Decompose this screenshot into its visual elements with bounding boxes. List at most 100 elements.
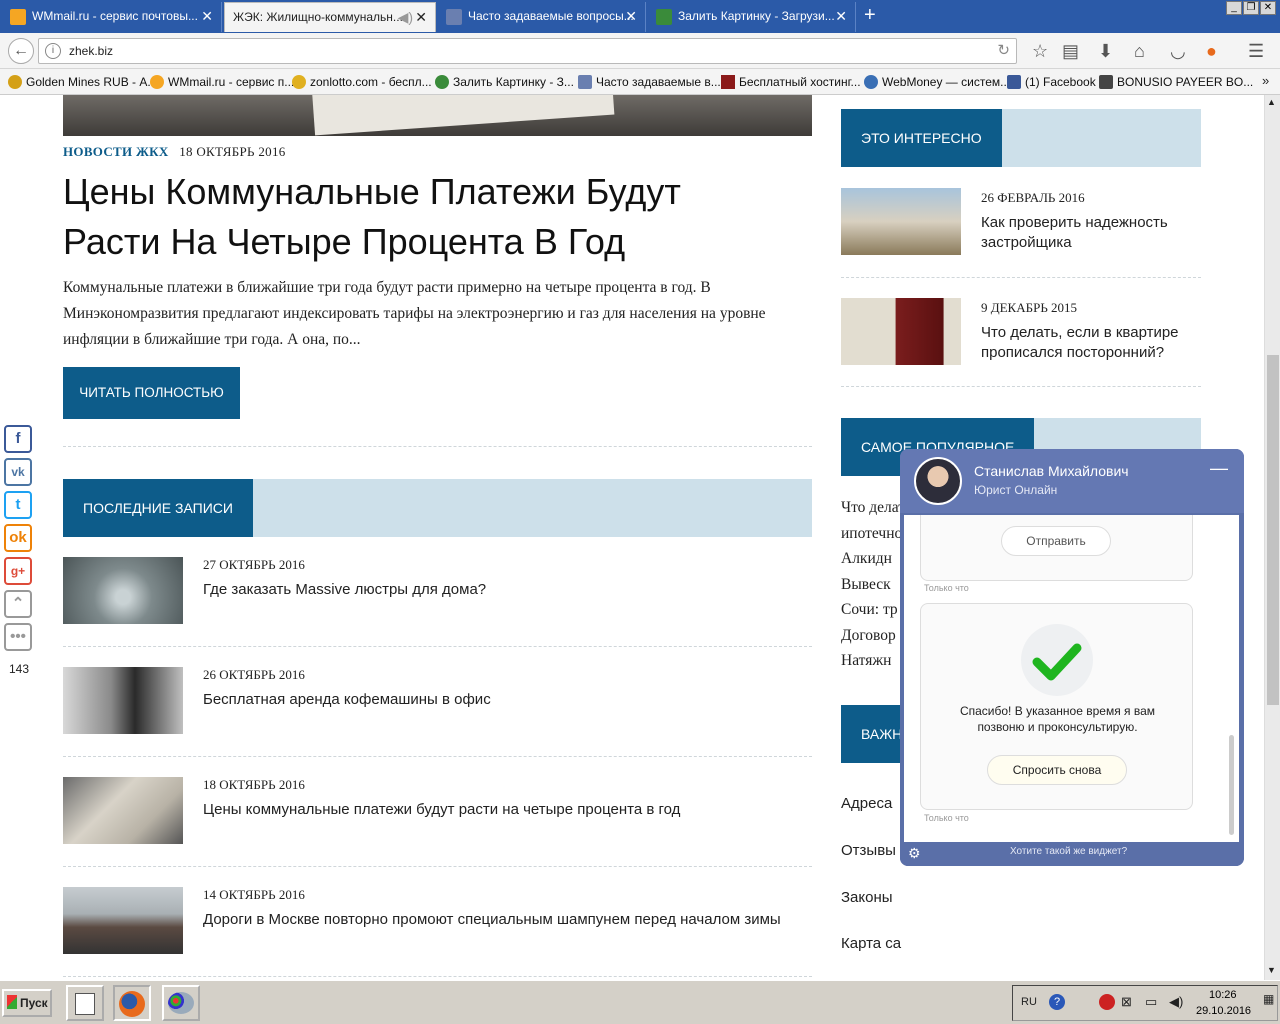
divider (841, 386, 1201, 387)
send-button[interactable]: Отправить (1001, 526, 1111, 556)
widget-promo-link[interactable]: Хотите такой же виджет? (1010, 846, 1127, 857)
recent-posts-header: ПОСЛЕДНИЕ ЗАПИСИ (63, 479, 812, 537)
tab-zhek[interactable]: ЖЭК: Жилищно-коммунальн... ◀) ✕ (224, 2, 436, 32)
volume-icon[interactable]: ◀) (1169, 994, 1183, 1010)
sidebar-link[interactable]: Карта са (841, 935, 901, 952)
browser-tab-bar: WMmail.ru - сервис почтовы... ✕ ЖЭК: Жил… (0, 0, 1280, 33)
post-thumbnail[interactable] (63, 557, 183, 624)
menu-icon[interactable]: ☰ (1248, 33, 1264, 69)
minimize-icon[interactable]: — (1210, 459, 1228, 477)
bookmark-star-icon[interactable]: ☆ (1032, 33, 1048, 69)
speaker-icon[interactable]: ◀) (398, 3, 413, 31)
tab-faq[interactable]: Часто задаваемые вопросы... ✕ (438, 2, 646, 32)
post-title[interactable]: Бесплатная аренда кофемашины в офис (203, 691, 491, 708)
clock-time[interactable]: 10:26 (1209, 989, 1237, 1001)
show-desktop-icon[interactable]: ▦ (1263, 992, 1274, 1006)
bookmark-item[interactable]: Часто задаваемые в... (576, 69, 721, 95)
bookmark-item[interactable]: Golden Mines RUB - А... (6, 69, 157, 95)
close-tab-icon[interactable]: ✕ (415, 3, 427, 31)
post-title[interactable]: Что делать, если в квартире прописался п… (981, 323, 1196, 363)
list-item[interactable]: 26 ОКТЯБРЬ 2016 Бесплатная аренда кофема… (63, 667, 812, 777)
list-item[interactable]: 14 ОКТЯБРЬ 2016 Дороги в Москве повторно… (63, 887, 812, 980)
firefox-icon[interactable] (113, 985, 151, 1021)
ask-again-button[interactable]: Спросить снова (987, 755, 1127, 785)
chat-scrollbar[interactable] (1229, 735, 1234, 835)
list-item[interactable]: 27 ОКТЯБРЬ 2016 Где заказать Massive люс… (63, 557, 812, 667)
page-scrollbar[interactable]: ▲ ▼ (1264, 95, 1280, 980)
bookmark-item[interactable]: WebMoney — систем... (862, 69, 1010, 95)
post-thumbnail[interactable] (841, 298, 961, 365)
bookmark-item[interactable]: zonlotto.com - беспл... (290, 69, 432, 95)
post-title[interactable]: Как проверить надежность застройщика (981, 213, 1196, 253)
read-more-button[interactable]: ЧИТАТЬ ПОЛНОСТЬЮ (63, 367, 240, 419)
list-item[interactable]: 18 ОКТЯБРЬ 2016 Цены коммунальные платеж… (63, 777, 812, 887)
back-arrow-icon[interactable]: ← (8, 38, 34, 64)
article-title[interactable]: Цены Коммунальные Платежи Будут Расти На… (63, 167, 783, 267)
tab-wmmail[interactable]: WMmail.ru - сервис почтовы... ✕ (2, 2, 222, 32)
pocket-icon[interactable]: ◡ (1170, 33, 1186, 69)
sidebar-link[interactable]: Законы (841, 889, 893, 906)
list-item[interactable]: 26 ФЕВРАЛЬ 2016 Как проверить надежность… (841, 188, 1201, 298)
device-icon[interactable]: ▭ (1145, 994, 1157, 1010)
post-thumbnail[interactable] (63, 887, 183, 954)
post-title[interactable]: Где заказать Massive люстры для дома? (203, 581, 486, 598)
scroll-up-icon[interactable]: ▲ (1267, 97, 1276, 107)
language-indicator[interactable]: RU (1021, 996, 1037, 1008)
tab-zalit[interactable]: Залить Картинку - Загрузи... ✕ (648, 2, 856, 32)
start-button[interactable]: Пуск (2, 989, 52, 1017)
home-icon[interactable]: ⌂ (1134, 33, 1145, 69)
network-icon[interactable]: ⊠ (1121, 994, 1132, 1010)
facebook-share-icon[interactable]: f (4, 425, 32, 453)
new-tab-button[interactable]: + (864, 4, 876, 27)
odnoklassniki-share-icon[interactable]: ok (4, 524, 32, 552)
chat-agent-role: Юрист Онлайн (974, 483, 1058, 497)
close-window-button[interactable]: ✕ (1260, 1, 1276, 15)
navigation-bar: ← i zhek.biz ↻ ☆ ▤ ⬇ ⌂ ◡ ● ☰ (0, 33, 1280, 69)
twitter-share-icon[interactable]: t (4, 491, 32, 519)
bookmark-item[interactable]: WMmail.ru - сервис п... (148, 69, 294, 95)
reload-icon[interactable]: ↻ (997, 41, 1010, 59)
scroll-top-icon[interactable]: ⌃ (4, 590, 32, 618)
bookmark-item[interactable]: (1) Facebook (1005, 69, 1096, 95)
post-title[interactable]: Цены коммунальные платежи будут расти на… (203, 801, 680, 818)
sidebar-link[interactable]: Отзывы (841, 842, 896, 859)
url-bar[interactable]: i zhek.biz ↻ (38, 38, 1017, 64)
list-item[interactable]: 9 ДЕКАБРЬ 2015 Что делать, если в кварти… (841, 298, 1201, 408)
message-time: Только что (924, 813, 969, 823)
maximize-button[interactable]: ❐ (1243, 1, 1259, 15)
post-thumbnail[interactable] (63, 777, 183, 844)
scroll-down-icon[interactable]: ▼ (1267, 965, 1276, 975)
bookmarks-more-button[interactable]: » (1262, 73, 1269, 88)
vk-share-icon[interactable]: vk (4, 458, 32, 486)
interesting-header: ЭТО ИНТЕРЕСНО (841, 109, 1201, 167)
notepad-icon[interactable] (66, 985, 104, 1021)
message-time: Только что (924, 583, 969, 593)
close-tab-icon[interactable]: ✕ (201, 2, 213, 30)
reading-list-icon[interactable]: ▤ (1062, 33, 1079, 69)
sidebar-link[interactable]: Адреса (841, 795, 892, 812)
checkmark-icon (1021, 624, 1093, 696)
scrollbar-thumb[interactable] (1267, 355, 1279, 705)
post-thumbnail[interactable] (841, 188, 961, 255)
antivirus-icon[interactable] (1099, 994, 1115, 1010)
paint-icon[interactable] (162, 985, 200, 1021)
googleplus-share-icon[interactable]: g+ (4, 557, 32, 585)
close-tab-icon[interactable]: ✕ (835, 2, 847, 30)
more-share-icon[interactable]: ••• (4, 623, 32, 651)
gear-icon[interactable]: ⚙ (908, 845, 921, 862)
post-title[interactable]: Дороги в Москве повторно промоют специал… (203, 911, 781, 928)
post-thumbnail[interactable] (63, 667, 183, 734)
sync-icon[interactable]: ● (1206, 33, 1217, 69)
help-icon[interactable]: ? (1049, 994, 1065, 1010)
section-title: ПОСЛЕДНИЕ ЗАПИСИ (63, 479, 253, 537)
bookmark-item[interactable]: Бесплатный хостинг... (719, 69, 861, 95)
post-date: 9 ДЕКАБРЬ 2015 (981, 300, 1078, 315)
bookmark-icon (1099, 75, 1113, 89)
bookmark-item[interactable]: BONUSIO PAYEER BO... (1097, 69, 1253, 95)
article-category[interactable]: НОВОСТИ ЖКХ 18 ОКТЯБРЬ 2016 (63, 144, 286, 160)
close-tab-icon[interactable]: ✕ (625, 2, 637, 30)
info-icon[interactable]: i (45, 43, 61, 59)
download-icon[interactable]: ⬇ (1098, 33, 1113, 69)
minimize-button[interactable]: _ (1226, 1, 1242, 15)
bookmark-item[interactable]: Залить Картинку - З... (433, 69, 574, 95)
